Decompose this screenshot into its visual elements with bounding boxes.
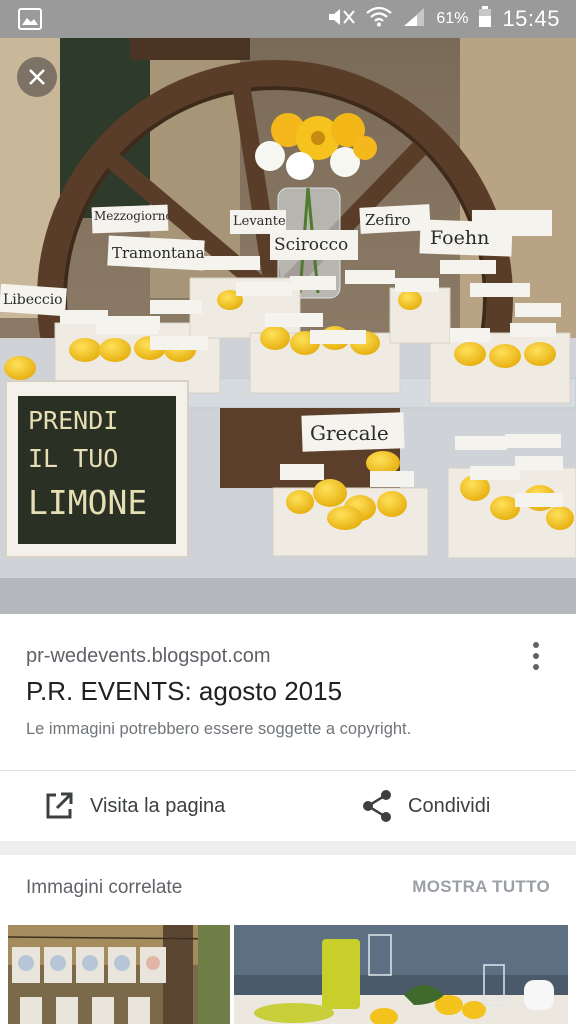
visit-page-label: Visita la pagina (90, 794, 226, 817)
card-scirocco: Scirocco (274, 235, 349, 255)
close-button[interactable] (17, 57, 57, 97)
visit-page-button[interactable]: Visita la pagina (44, 771, 225, 841)
card-zefiro: Zefiro (365, 211, 411, 229)
close-icon (29, 69, 45, 85)
card-tramontana: Tramontana (112, 244, 205, 262)
battery-percent: 61% (436, 10, 469, 27)
related-images-title: Immagini correlate (26, 877, 183, 898)
related-image-1[interactable] (8, 925, 230, 1024)
card-libeccio: Libeccio (3, 292, 63, 308)
wifi-icon (366, 6, 393, 32)
card-mezzogiorno: Mezzogiorno (94, 209, 168, 223)
main-image[interactable]: PRENDI IL TUO LIMONE Mezzogiorno Levante… (0, 38, 576, 614)
section-separator (0, 841, 576, 855)
action-bar: Visita la pagina Condividi (0, 771, 576, 841)
chalkboard-text: PRENDI IL TUO LIMONE (28, 402, 178, 522)
chalkboard-line-2: IL TUO (28, 444, 119, 473)
result-info: pr-wedevents.blogspot.com P.R. EVENTS: a… (0, 614, 576, 770)
related-image-2[interactable] (234, 925, 568, 1024)
show-all-button[interactable]: MOSTRA TUTTO (412, 877, 550, 897)
source-domain[interactable]: pr-wedevents.blogspot.com (26, 645, 271, 668)
share-icon (363, 790, 391, 822)
result-title[interactable]: P.R. EVENTS: agosto 2015 (26, 676, 342, 707)
share-button[interactable]: Condividi (362, 771, 490, 841)
related-images-section: Immagini correlate MOSTRA TUTTO (0, 855, 576, 1024)
card-foehn: Foehn (430, 227, 490, 249)
more-vert-icon (533, 642, 539, 648)
card-grecale: Grecale (310, 421, 389, 445)
lemon-display-photo (0, 38, 576, 614)
chalkboard-line-1: PRENDI (28, 406, 119, 435)
share-label: Condividi (408, 794, 491, 817)
related-image-2-picture (234, 925, 568, 1024)
battery-icon (478, 5, 492, 33)
open-in-new-icon (46, 792, 73, 819)
signal-icon (402, 7, 426, 32)
clock: 15:45 (502, 6, 560, 31)
chalkboard-line-3: LIMONE (28, 483, 148, 522)
card-levante: Levante (233, 214, 286, 229)
mute-icon (326, 7, 356, 32)
gallery-icon (18, 8, 42, 30)
status-bar: 61% 15:45 (0, 0, 576, 38)
copyright-notice: Le immagini potrebbero essere soggette a… (26, 720, 412, 738)
related-image-1-picture (8, 925, 230, 1024)
more-options-button[interactable] (524, 636, 548, 676)
